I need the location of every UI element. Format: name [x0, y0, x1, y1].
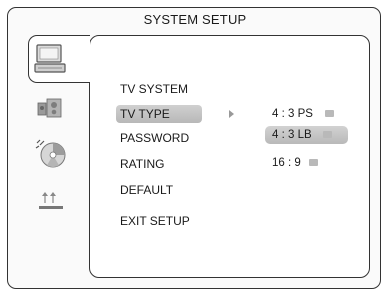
disc-icon[interactable]: [34, 136, 68, 170]
menu-item-tv-type[interactable]: TV TYPE: [120, 107, 170, 121]
monitor-icon[interactable]: [34, 43, 68, 75]
page-title: SYSTEM SETUP: [143, 12, 247, 27]
speaker-icon[interactable]: [36, 97, 66, 119]
option-16-9[interactable]: 16 : 9: [272, 156, 301, 170]
menu-item-tv-system[interactable]: TV SYSTEM: [120, 82, 188, 96]
option-4-3-lb[interactable]: 4 : 3 LB: [272, 128, 312, 142]
tv-shape-icon: [323, 131, 332, 138]
option-4-3-ps[interactable]: 4 : 3 PS: [272, 107, 313, 121]
menu-item-exit-setup[interactable]: EXIT SETUP: [120, 214, 190, 228]
tv-shape-icon: [325, 110, 334, 117]
menu-item-rating[interactable]: RATING: [120, 157, 164, 171]
submenu-arrow-icon: [229, 110, 234, 118]
tv-shape-icon: [309, 159, 318, 166]
settings-bars-icon[interactable]: [36, 190, 66, 214]
menu-item-default[interactable]: DEFAULT: [120, 183, 173, 197]
menu-item-password[interactable]: PASSWORD: [120, 131, 189, 145]
